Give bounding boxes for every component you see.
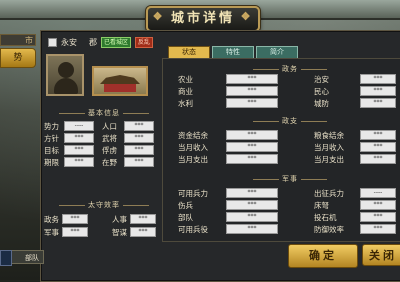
politics-label: 农业 xyxy=(178,75,193,84)
military-value: *** xyxy=(226,200,278,210)
politics-value: *** xyxy=(360,86,396,96)
official-label: 军事 xyxy=(44,228,59,237)
politics-label: 商业 xyxy=(178,87,193,96)
finance-title: 政支 xyxy=(200,116,380,126)
basic-value: *** xyxy=(124,121,154,131)
basic-value: *** xyxy=(124,145,154,155)
military-label: 床弩 xyxy=(314,201,329,210)
military-label: 出征兵力 xyxy=(314,189,344,198)
military-label: 可用兵役 xyxy=(178,225,208,234)
official-value: *** xyxy=(130,214,156,224)
military-label: 防御效率 xyxy=(314,225,344,234)
basic-label: 武将 xyxy=(102,134,117,143)
military-value: *** xyxy=(360,200,396,210)
politics-label: 治安 xyxy=(314,75,329,84)
confirm-button[interactable]: 确定 xyxy=(288,244,358,268)
status-tag-red: 反乱 xyxy=(135,36,154,48)
military-label: 部队 xyxy=(178,213,193,222)
politics-value: *** xyxy=(226,74,278,84)
portrait-head-icon xyxy=(58,62,74,78)
basic-label: 俘虏 xyxy=(102,146,117,155)
official-value: *** xyxy=(62,214,88,224)
finance-label: 当月支出 xyxy=(314,155,344,164)
finance-value: *** xyxy=(360,154,396,164)
basic-value: *** xyxy=(64,157,94,167)
basic-value: *** xyxy=(64,133,94,143)
title-ornament-right-icon: ❖ xyxy=(240,10,254,23)
basic-label: 目标 xyxy=(44,146,59,155)
politics-label: 城防 xyxy=(314,99,329,108)
basic-label: 期限 xyxy=(44,158,59,167)
military-value: *** xyxy=(360,224,396,234)
select-checkbox[interactable] xyxy=(48,37,57,47)
city-image xyxy=(92,66,148,96)
basic-label: 人口 xyxy=(102,122,117,131)
official-label: 智谋 xyxy=(112,228,127,237)
official-value: *** xyxy=(130,227,156,237)
military-label: 可用兵力 xyxy=(178,189,208,198)
finance-value: *** xyxy=(360,130,396,140)
finance-value: *** xyxy=(226,142,278,152)
city-roof-icon xyxy=(100,75,140,84)
basic-label: 势力 xyxy=(44,122,59,131)
politics-title: 政务 xyxy=(200,64,380,74)
governor-portrait[interactable] xyxy=(46,54,84,96)
close-button[interactable]: 关闭 xyxy=(362,244,400,266)
military-value: *** xyxy=(226,188,278,198)
basic-value: *** xyxy=(124,133,154,143)
left-nav-button[interactable]: 势 xyxy=(0,48,36,68)
status-tag-green: 已看城区 xyxy=(101,36,132,48)
finance-label: 当月收入 xyxy=(178,143,208,152)
basic-value: *** xyxy=(124,157,154,167)
basic-label: 在野 xyxy=(102,158,117,167)
basic-label: 方针 xyxy=(44,134,59,143)
finance-label: 当月收入 xyxy=(314,143,344,152)
official-label: 政务 xyxy=(44,215,59,224)
unit-icon xyxy=(0,250,12,266)
politics-value: *** xyxy=(226,86,278,96)
officials-title: 太守效率 xyxy=(46,200,162,210)
finance-value: *** xyxy=(226,130,278,140)
city-wall-icon xyxy=(104,84,136,92)
military-label: 投石机 xyxy=(314,213,337,222)
military-value: *** xyxy=(360,212,396,222)
military-value: *** xyxy=(226,224,278,234)
city-subtitle: 郡 xyxy=(89,37,97,47)
title-ornament-left-icon: ❖ xyxy=(152,10,166,23)
left-nav-top[interactable]: 市 xyxy=(0,34,36,46)
military-value: *** xyxy=(226,212,278,222)
military-label: 伤兵 xyxy=(178,201,193,210)
politics-value: *** xyxy=(360,74,396,84)
portrait-body-icon xyxy=(54,78,78,94)
politics-label: 水利 xyxy=(178,99,193,108)
basic-value: ---- xyxy=(64,121,94,131)
politics-value: *** xyxy=(360,98,396,108)
left-nav: 市 势 xyxy=(0,34,38,74)
finance-label: 当月支出 xyxy=(178,155,208,164)
official-value: *** xyxy=(62,227,88,237)
politics-value: *** xyxy=(226,98,278,108)
finance-label: 资金结余 xyxy=(178,131,208,140)
city-name: 永安 xyxy=(61,37,77,47)
politics-label: 民心 xyxy=(314,87,329,96)
military-title: 军事 xyxy=(200,174,380,184)
city-header: 永安 郡 已看城区 反乱 xyxy=(48,36,154,48)
military-value: ---- xyxy=(360,188,396,198)
basic-value: *** xyxy=(64,145,94,155)
finance-label: 粮食结余 xyxy=(314,131,344,140)
official-label: 人事 xyxy=(112,215,127,224)
finance-value: *** xyxy=(360,142,396,152)
window-title: ❖ 城市详情 ❖ xyxy=(146,6,260,32)
basic-info-title: 基本信息 xyxy=(46,108,162,118)
title-text: 城市详情 xyxy=(170,11,235,26)
finance-value: *** xyxy=(226,154,278,164)
